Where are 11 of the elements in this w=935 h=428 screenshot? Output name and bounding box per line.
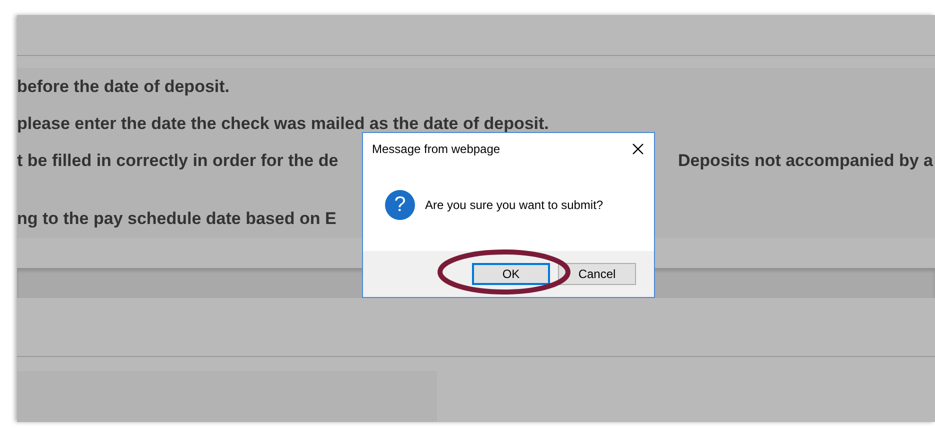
ok-button[interactable]: OK [472,263,550,285]
question-icon: ? [385,190,415,220]
instruction-text: Deposits not accompanied by a [678,150,933,170]
instruction-text: please enter the date the check was mailed as the date of deposit. [17,114,549,134]
instruction-text: ng to the pay schedule date based on E [17,208,336,228]
dialog-message: Are you sure you want to submit? [425,198,604,212]
instruction-text: t be filled in correctly in order for the de [17,150,338,170]
close-icon[interactable] [632,142,644,154]
cancel-button[interactable]: Cancel [558,263,636,285]
instruction-text: before the date of deposit. [17,76,230,96]
dialog-title: Message from webpage [372,142,500,156]
